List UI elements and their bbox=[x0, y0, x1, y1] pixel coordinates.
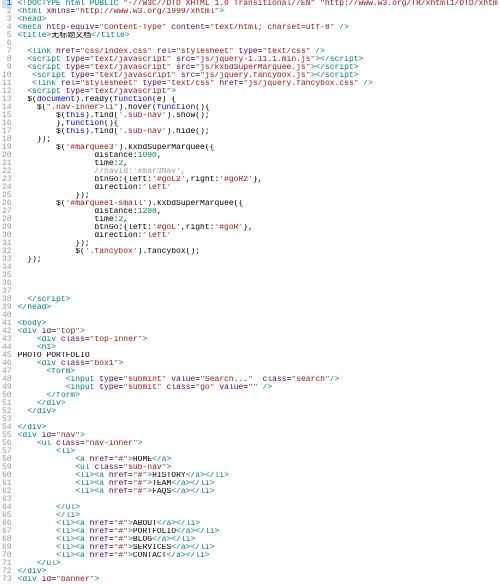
code-line[interactable]: <a href="#">HOME</a> bbox=[18, 456, 500, 464]
code-line[interactable]: $('.fancybox').fancybox(); bbox=[18, 248, 500, 256]
code-line[interactable]: }); bbox=[18, 240, 500, 248]
code-line[interactable]: <li><a href="#">HISTORY</a></li> bbox=[18, 472, 500, 480]
code-line[interactable]: }); bbox=[18, 192, 500, 200]
code-line[interactable]: time:2, bbox=[18, 216, 500, 224]
code-line[interactable] bbox=[18, 416, 500, 424]
code-line[interactable]: <li> bbox=[18, 448, 500, 456]
code-line[interactable]: <!DOCTYPE html PUBLIC "-//W3C//DTD XHTML… bbox=[18, 0, 500, 8]
code-line[interactable]: <input type="submit" class="go" value=""… bbox=[18, 384, 500, 392]
code-line[interactable]: direction:'left' bbox=[18, 232, 500, 240]
code-line[interactable]: $(".nav-inner>li").hover(function(){ bbox=[18, 104, 500, 112]
code-line[interactable]: </script> bbox=[18, 296, 500, 304]
code-line[interactable]: </div> bbox=[18, 400, 500, 408]
code-line[interactable] bbox=[18, 288, 500, 296]
code-line[interactable]: <ul class="sub-nav"> bbox=[18, 464, 500, 472]
code-line[interactable]: <title>无标题文档</title> bbox=[18, 32, 500, 40]
line-number-gutter[interactable]: 1234567891011121314151617181920212223242… bbox=[0, 0, 16, 584]
code-line[interactable]: <li><a href="#">SERVICES</a></li> bbox=[18, 544, 500, 552]
code-line[interactable]: <div id="banner"> bbox=[18, 576, 500, 584]
code-line[interactable]: <input type="submint" value="Search..." … bbox=[18, 376, 500, 384]
code-line[interactable]: <div class="box1"> bbox=[18, 360, 500, 368]
code-line[interactable]: <body> bbox=[18, 320, 500, 328]
code-line[interactable]: }); bbox=[18, 256, 500, 264]
code-line[interactable]: $(document).ready(function(e) { bbox=[18, 96, 500, 104]
code-line[interactable] bbox=[18, 312, 500, 320]
code-line[interactable]: </form> bbox=[18, 392, 500, 400]
code-line[interactable] bbox=[18, 496, 500, 504]
code-line[interactable]: <li><a href="#">FAQS</a></li> bbox=[18, 488, 500, 496]
code-line[interactable]: <head> bbox=[18, 16, 500, 24]
code-line[interactable] bbox=[18, 272, 500, 280]
code-line[interactable]: </head> bbox=[18, 304, 500, 312]
code-line[interactable] bbox=[18, 40, 500, 48]
code-line[interactable]: $('#marquee1-small').kxbdSuperMarquee({ bbox=[18, 200, 500, 208]
code-line[interactable]: },function(){ bbox=[18, 120, 500, 128]
code-line[interactable]: <meta http-equiv="Content-Type" content=… bbox=[18, 24, 500, 32]
code-line[interactable]: <form> bbox=[18, 368, 500, 376]
line-number[interactable]: 72 bbox=[2, 568, 12, 576]
line-number[interactable]: 71 bbox=[2, 560, 12, 568]
code-line[interactable]: <li><a href="#">BLOG</a></li> bbox=[18, 536, 500, 544]
code-line[interactable]: <li><a href="#">ABOUT</a></li> bbox=[18, 520, 500, 528]
code-line[interactable] bbox=[18, 280, 500, 288]
code-line[interactable] bbox=[18, 264, 500, 272]
code-line[interactable]: </div> bbox=[18, 408, 500, 416]
code-line[interactable]: </ul> bbox=[18, 504, 500, 512]
code-line[interactable]: distance:1090, bbox=[18, 152, 500, 160]
code-line[interactable]: btnGo:{left:'#goL2',right:'#goR2'}, bbox=[18, 176, 500, 184]
code-line[interactable]: PHOTO PORTFOLIO bbox=[18, 352, 500, 360]
code-line[interactable]: <ul class="nav-inner"> bbox=[18, 440, 500, 448]
code-line[interactable]: <h1> bbox=[18, 344, 500, 352]
code-line[interactable]: </ul> bbox=[18, 560, 500, 568]
code-area[interactable]: <!DOCTYPE html PUBLIC "-//W3C//DTD XHTML… bbox=[16, 0, 500, 584]
code-line[interactable]: //navId:'#mar3Nav', bbox=[18, 168, 500, 176]
code-editor: 1234567891011121314151617181920212223242… bbox=[0, 0, 500, 584]
code-line[interactable]: </div> bbox=[18, 568, 500, 576]
code-line[interactable]: <script type="text/javascript" src="js/j… bbox=[18, 72, 500, 80]
code-line[interactable]: <div class="top-inner"> bbox=[18, 336, 500, 344]
code-line[interactable]: <script type="text/javascript" src="js/k… bbox=[18, 64, 500, 72]
code-line[interactable]: $('#marquee3').kxbdSuperMarquee({ bbox=[18, 144, 500, 152]
line-number[interactable]: 73 bbox=[2, 576, 12, 584]
code-line[interactable]: }); bbox=[18, 136, 500, 144]
code-line[interactable]: <link href="css/index.css" rel="styleshe… bbox=[18, 48, 500, 56]
code-line[interactable]: <div id="top"> bbox=[18, 328, 500, 336]
code-line[interactable]: <link rel="stylesheet" type="text/css" h… bbox=[18, 80, 500, 88]
code-line[interactable]: <script type="text/javascript" src="js/j… bbox=[18, 56, 500, 64]
code-line[interactable]: btnGo:{left:'#goL',right:'#goR'}, bbox=[18, 224, 500, 232]
code-line[interactable]: time:2, bbox=[18, 160, 500, 168]
code-line[interactable]: <li><a href="#">TEAM</a></li> bbox=[18, 480, 500, 488]
code-line[interactable]: <div id="nav"> bbox=[18, 432, 500, 440]
code-line[interactable]: $(this).find('.sub-nav').show(); bbox=[18, 112, 500, 120]
code-line[interactable]: <li><a href="#">PORTFOLIO</a></li> bbox=[18, 528, 500, 536]
code-line[interactable]: <script type="text/javascript"> bbox=[18, 88, 500, 96]
code-line[interactable]: direction:'left' bbox=[18, 184, 500, 192]
code-line[interactable]: </li> bbox=[18, 512, 500, 520]
code-line[interactable]: $(this).find('.sub-nav').hide(); bbox=[18, 128, 500, 136]
code-line[interactable]: <html xmlns="http://www.w3.org/1999/xhtm… bbox=[18, 8, 500, 16]
code-line[interactable]: distance:1208, bbox=[18, 208, 500, 216]
code-line[interactable]: </div> bbox=[18, 424, 500, 432]
